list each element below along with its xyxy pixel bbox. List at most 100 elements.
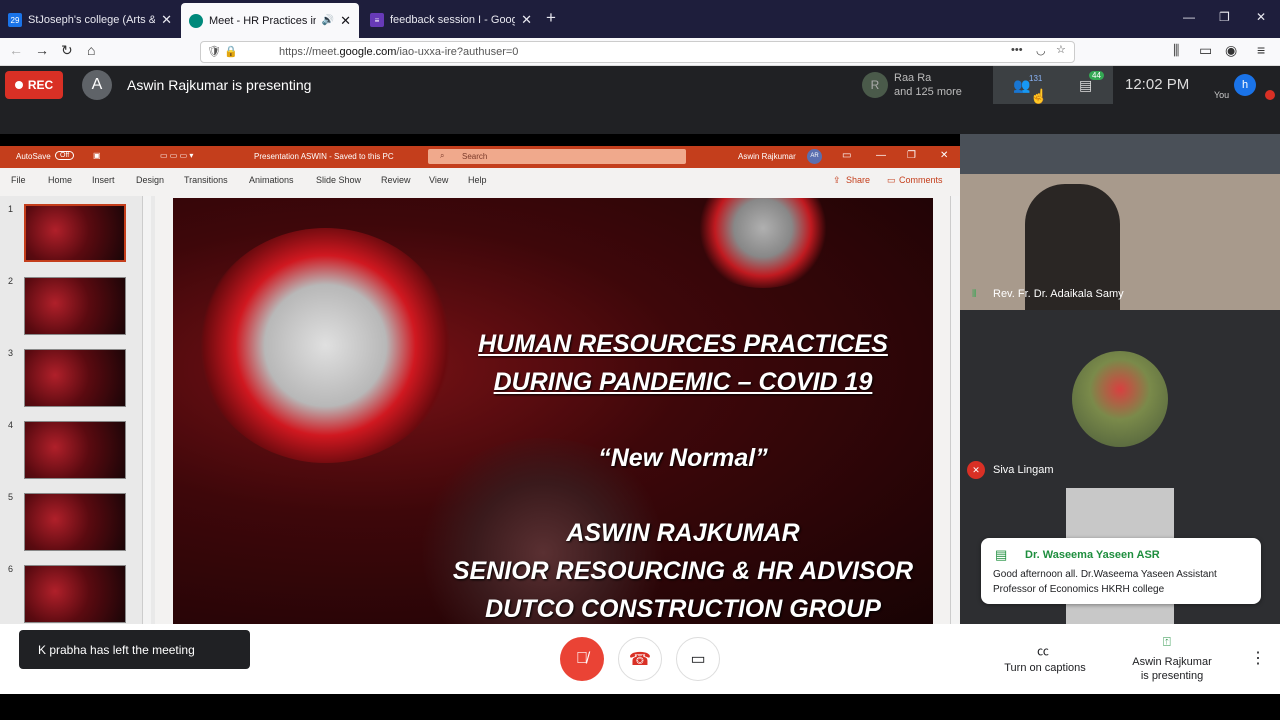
forms-favicon-icon: ≡ bbox=[370, 13, 384, 27]
present-screen-icon: ⍐ bbox=[1163, 634, 1171, 649]
video-background bbox=[960, 134, 1280, 174]
menu-review[interactable]: Review bbox=[381, 175, 411, 185]
hang-up-icon: ☎ bbox=[628, 648, 652, 669]
url-domain: google.com bbox=[339, 46, 397, 58]
participant-tile[interactable]: ⦀ Rev. Fr. Dr. Adaikala Samy bbox=[960, 134, 1280, 310]
slide-thumbnail[interactable] bbox=[24, 565, 126, 623]
menu-transitions[interactable]: Transitions bbox=[184, 175, 228, 185]
slide-thumbnail[interactable] bbox=[24, 421, 126, 479]
slide-title-line2: DURING PANDEMIC – COVID 19 bbox=[493, 368, 873, 396]
presenting-line2: is presenting bbox=[1140, 670, 1204, 682]
close-tab-icon[interactable]: ✕ bbox=[521, 12, 532, 28]
self-avatar[interactable]: h bbox=[1234, 74, 1256, 96]
tab-label: Meet - HR Practices inPand bbox=[209, 14, 316, 27]
participant-more: and 125 more bbox=[894, 86, 962, 98]
leave-call-button[interactable]: ☎ bbox=[618, 637, 662, 681]
search-box[interactable]: ⌕ Search bbox=[428, 149, 686, 164]
camera-toggle-button[interactable]: ▭ bbox=[676, 637, 720, 681]
restore-icon[interactable]: ❐ bbox=[1219, 10, 1230, 24]
menu-design[interactable]: Design bbox=[136, 175, 164, 185]
close-window-icon[interactable]: ✕ bbox=[1256, 10, 1266, 24]
close-tab-icon[interactable]: ✕ bbox=[340, 13, 351, 29]
ppt-minimize-icon[interactable]: — bbox=[876, 150, 886, 161]
slide-author-role: SENIOR RESOURCING & HR ADVISOR bbox=[452, 557, 914, 585]
chat-notification[interactable]: ▤ Dr. Waseema Yaseen ASR Good afternoon … bbox=[981, 538, 1261, 604]
page-actions-icon[interactable]: ••• bbox=[1011, 44, 1023, 56]
speaker-icon[interactable]: 🔊 bbox=[322, 15, 334, 26]
search-placeholder: Search bbox=[462, 152, 488, 161]
menu-help[interactable]: Help bbox=[468, 175, 487, 185]
menu-view[interactable]: View bbox=[429, 175, 448, 185]
chat-count-badge: 44 bbox=[1089, 71, 1104, 80]
ppt-close-icon[interactable]: ✕ bbox=[940, 150, 948, 161]
reload-icon[interactable]: ↻ bbox=[61, 42, 73, 59]
ribbon-display-icon[interactable]: ▭ bbox=[842, 150, 851, 161]
ppt-restore-icon[interactable]: ❐ bbox=[907, 150, 916, 161]
participant-tile[interactable]: ✕ Siva Lingam bbox=[960, 310, 1280, 488]
slide-thumbnail[interactable] bbox=[24, 349, 126, 407]
quick-access-icons[interactable]: ▭ ▭ ▭ ▾ bbox=[160, 151, 193, 160]
people-count: 131 bbox=[1029, 74, 1043, 83]
people-button[interactable]: 👥 131 ☝ ▤ 44 bbox=[993, 66, 1113, 104]
slide-number: 3 bbox=[8, 348, 14, 358]
slide-title-line1: HUMAN RESOURCES PRACTICES bbox=[478, 330, 888, 358]
ppt-user-name: Aswin Rajkumar bbox=[738, 152, 796, 161]
menu-file[interactable]: File bbox=[11, 175, 26, 185]
search-icon: ⌕ bbox=[440, 151, 445, 160]
thumbnail-scrollbar[interactable] bbox=[142, 196, 151, 624]
tab-stjoseph[interactable]: 29 StJoseph's college (Arts & Scie ✕ bbox=[0, 4, 180, 36]
tab-label: feedback session I - Google Fo bbox=[390, 14, 516, 26]
tab-meet[interactable]: Meet - HR Practices inPand 🔊 ✕ bbox=[181, 3, 359, 38]
home-icon[interactable]: ⌂ bbox=[87, 42, 95, 58]
mic-off-icon: 🎙̸ bbox=[576, 650, 588, 667]
comments-button[interactable]: Comments bbox=[899, 175, 943, 185]
slide-author: ASWIN RAJKUMAR bbox=[566, 519, 800, 547]
slide-number: 2 bbox=[8, 276, 14, 286]
more-options-icon[interactable]: ⋮ bbox=[1250, 648, 1266, 668]
navigation-bar: ← → ↻ ⌂ 🛡 🔒 https://meet. google.com/iao-… bbox=[0, 38, 1280, 66]
account-icon[interactable]: ◉ bbox=[1225, 42, 1237, 59]
sidebar-icon[interactable]: ▭ bbox=[1199, 42, 1212, 59]
presenting-button[interactable]: ⍐ Aswin Rajkumar is presenting bbox=[1122, 634, 1222, 686]
library-icon[interactable]: ⫼ bbox=[1173, 42, 1179, 59]
pocket-icon[interactable]: ◡ bbox=[1036, 44, 1046, 57]
tab-feedback[interactable]: ≡ feedback session I - Google Fo ✕ bbox=[362, 4, 540, 36]
share-button[interactable]: Share bbox=[846, 175, 870, 185]
autosave-toggle[interactable]: Off bbox=[55, 151, 75, 160]
speaking-icon: ⦀ bbox=[972, 289, 977, 300]
shared-screen-powerpoint: AutoSave Off ▣ ▭ ▭ ▭ ▾ Presentation ASWI… bbox=[0, 146, 960, 624]
mic-off-icon: ✕ bbox=[967, 461, 985, 479]
participant-summary[interactable]: Raa Ra and 125 more bbox=[894, 71, 962, 99]
share-icon: ⇪ bbox=[833, 175, 841, 185]
ppt-user-avatar[interactable]: AR bbox=[807, 149, 822, 164]
notification-toast: K prabha has left the meeting bbox=[19, 630, 250, 669]
forward-icon[interactable]: → bbox=[35, 42, 49, 58]
minimize-icon[interactable]: — bbox=[1183, 10, 1195, 24]
slide-thumbnail[interactable] bbox=[24, 204, 126, 262]
new-tab-icon[interactable]: + bbox=[546, 8, 556, 28]
slide-thumbnail[interactable] bbox=[24, 277, 126, 335]
slide-thumbnails: 1 2 3 4 5 6 bbox=[0, 196, 155, 624]
captions-button[interactable]: ㏄ Turn on captions bbox=[995, 642, 1095, 682]
back-icon[interactable]: ← bbox=[9, 42, 23, 58]
menu-insert[interactable]: Insert bbox=[92, 175, 115, 185]
people-icon: 👥 bbox=[1013, 77, 1031, 93]
participant-name: Raa Ra bbox=[894, 72, 932, 84]
clock: 12:02 PM bbox=[1125, 76, 1190, 93]
close-tab-icon[interactable]: ✕ bbox=[161, 12, 172, 28]
bookmark-star-icon[interactable]: ☆ bbox=[1056, 43, 1066, 56]
autosave-label: AutoSave bbox=[16, 152, 51, 161]
slide-scrollbar[interactable] bbox=[950, 196, 959, 624]
save-icon[interactable]: ▣ bbox=[93, 151, 101, 160]
menu-animations[interactable]: Animations bbox=[249, 175, 294, 185]
menu-slide-show[interactable]: Slide Show bbox=[316, 175, 361, 185]
participant-name: Rev. Fr. Dr. Adaikala Samy bbox=[993, 288, 1124, 300]
chat-bubble-icon: ▤ bbox=[995, 547, 1008, 562]
menu-icon[interactable]: ≡ bbox=[1257, 42, 1265, 58]
ppt-title-bar: AutoSave Off ▣ ▭ ▭ ▭ ▾ Presentation ASWI… bbox=[0, 146, 960, 168]
menu-home[interactable]: Home bbox=[48, 175, 72, 185]
captions-label: Turn on captions bbox=[1004, 662, 1086, 674]
mic-toggle-button[interactable]: 🎙̸ bbox=[560, 637, 604, 681]
url-bar[interactable]: 🛡 🔒 https://meet. google.com/iao-uxxa-ire… bbox=[200, 41, 1075, 63]
slide-thumbnail[interactable] bbox=[24, 493, 126, 551]
